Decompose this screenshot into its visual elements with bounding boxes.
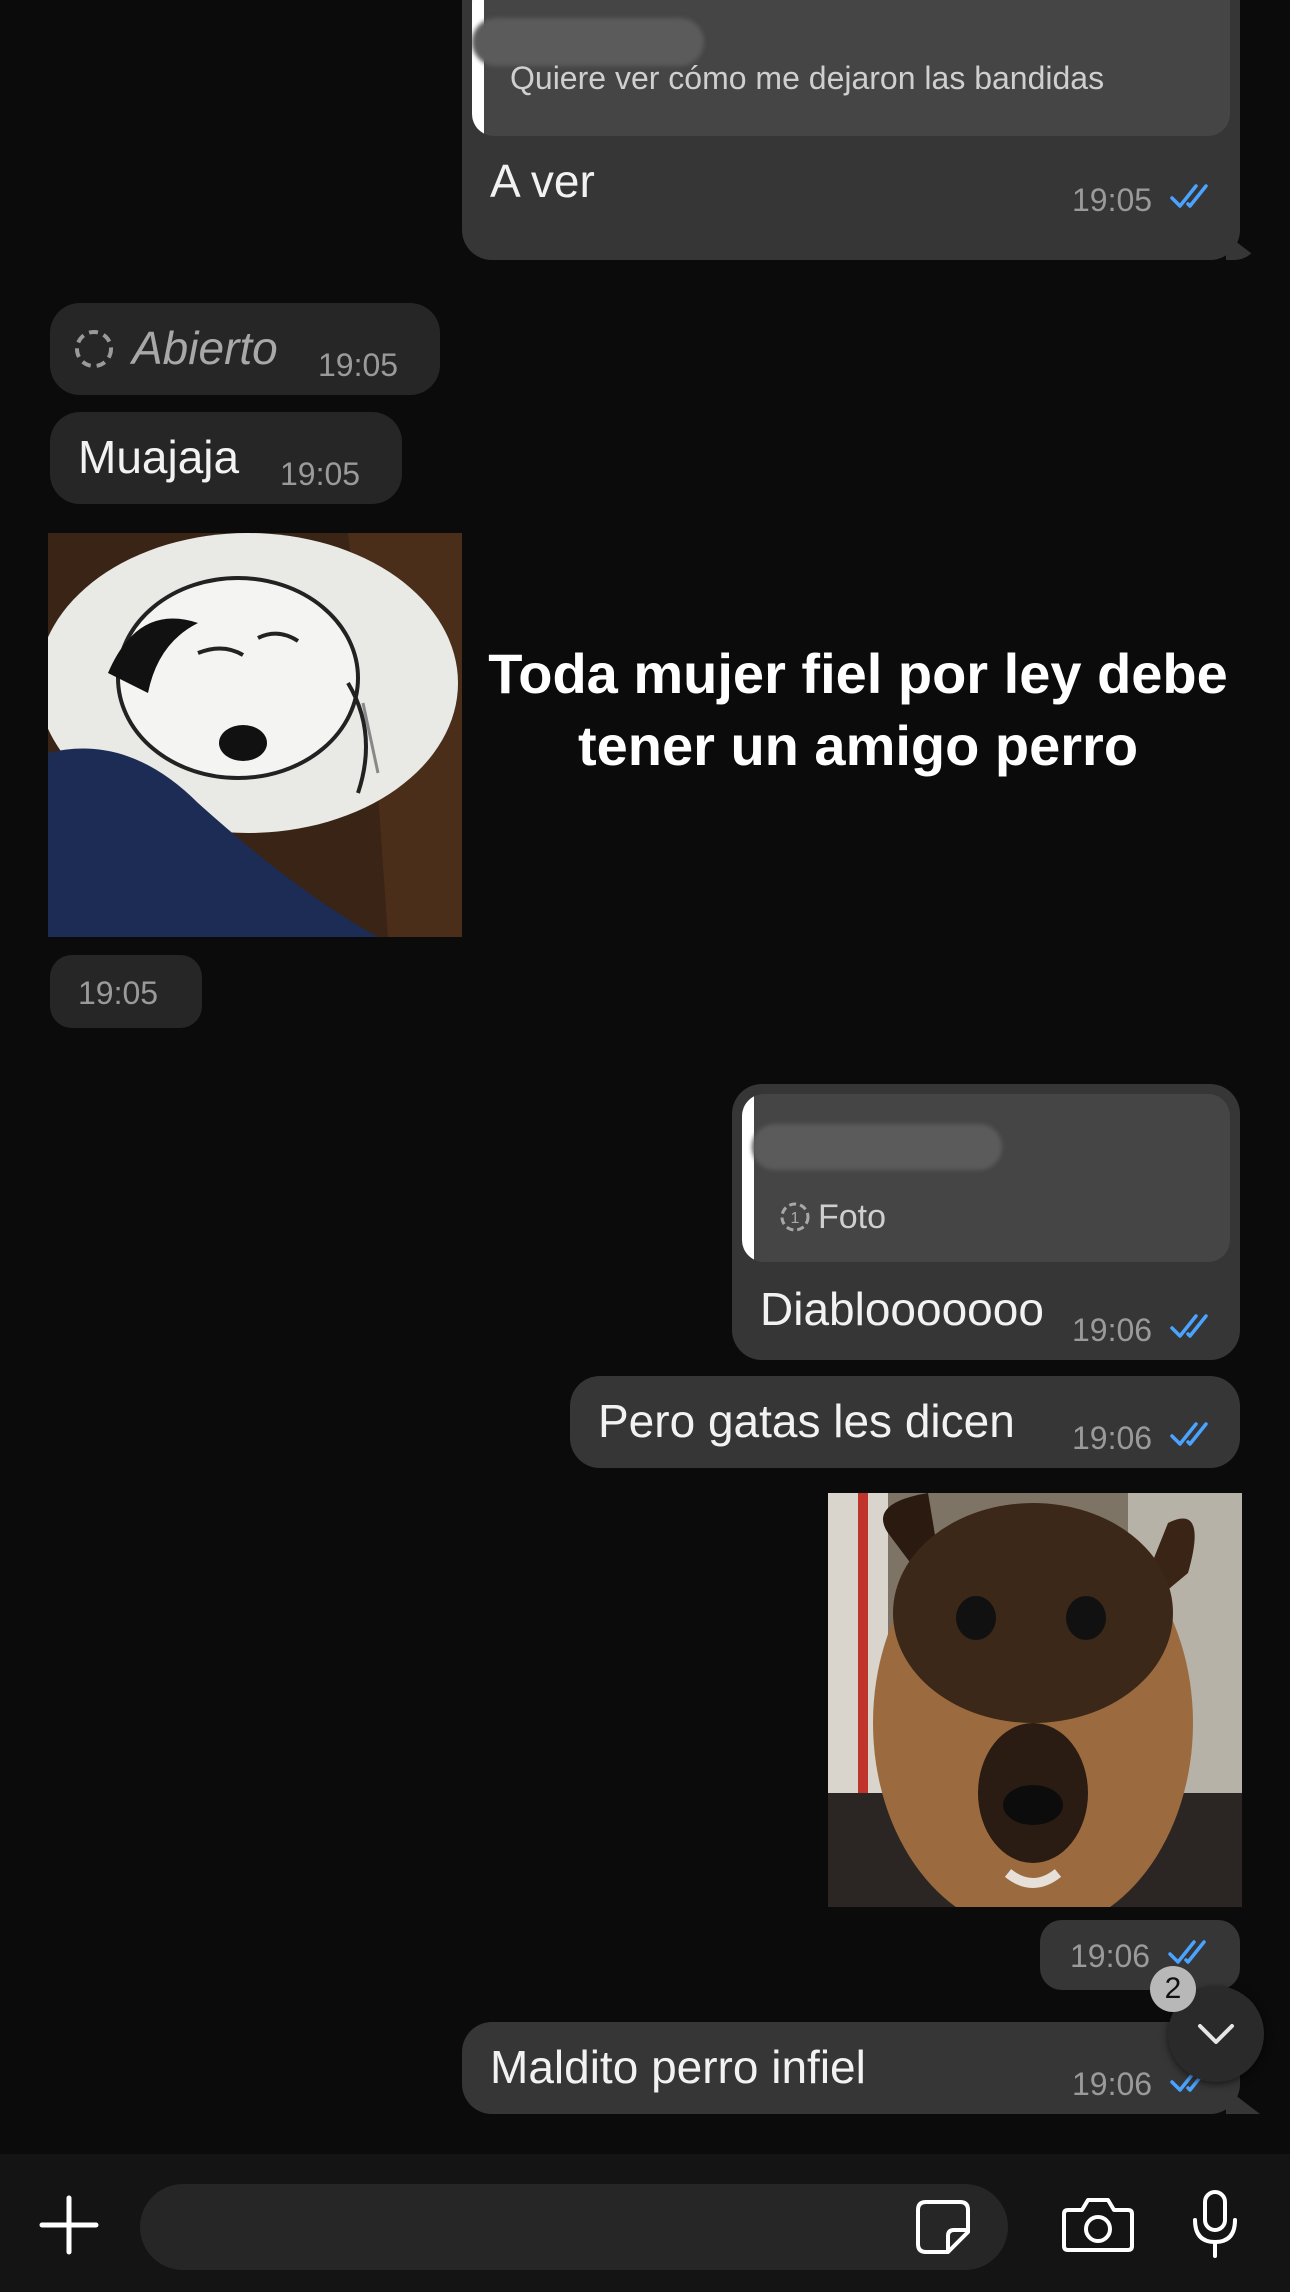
bubble-tail [1226,234,1260,260]
dog-sticker-image[interactable] [828,1493,1242,1907]
camera-icon[interactable] [1062,2196,1134,2259]
outgoing-message[interactable]: Quiere ver cómo me dejaron las bandidas … [462,0,1240,260]
incoming-message[interactable]: Abierto 19:05 [50,303,440,395]
message-time: 19:06 [1072,2066,1153,2102]
message-time: 19:05 [318,347,399,383]
quote-bar [472,0,484,136]
message-time: 19:05 [280,456,361,492]
view-once-icon: 1 [778,1200,812,1239]
sticker-icon[interactable] [914,2198,972,2261]
chevron-down-icon [1196,2020,1236,2053]
outgoing-message[interactable]: Pero gatas les dicen 19:06 [570,1376,1240,1468]
sleeping-dog-illustration [48,533,462,937]
sticker-time-badge: 19:05 [50,955,202,1028]
view-once-opened-icon [72,327,116,376]
outgoing-message[interactable]: Maldito perro infiel 19:06 [462,2022,1240,2114]
microphone-icon[interactable] [1190,2188,1240,2265]
quoted-message[interactable]: 1 Foto [742,1094,1230,1262]
incoming-message[interactable]: Muajaja 19:05 [50,412,402,504]
message-text: Muajaja [78,431,240,483]
redacted-sender [752,1124,1002,1170]
composer-bar [0,2154,1290,2292]
message-text: Maldito perro infiel [490,2041,866,2093]
message-time: 19:06 [1072,1420,1153,1456]
unread-count-badge: 2 [1150,1966,1196,2012]
sticker-caption: Toda mujer fiel por ley debe tener un am… [488,642,1228,777]
sad-dog-photo [828,1493,1242,1907]
quoted-text: Quiere ver cómo me dejaron las bandidas [510,60,1105,96]
redacted-sender [472,18,704,66]
image-time-badge: 19:06 [1040,1920,1240,1990]
message-input[interactable] [140,2184,1008,2270]
message-time: 19:05 [1072,182,1153,218]
message-time: 19:06 [1070,1938,1151,1974]
outgoing-message[interactable]: 1 Foto Diablooooooo 19:06 [732,1084,1240,1360]
read-ticks-icon [1170,1420,1216,1450]
message-time: 19:06 [1072,1312,1153,1348]
read-ticks-icon [1170,1312,1216,1342]
svg-text:1: 1 [791,1210,800,1227]
read-ticks-icon [1168,1938,1214,1968]
quoted-text: Foto [818,1198,887,1236]
message-text: A ver [490,155,595,207]
quoted-message[interactable]: Quiere ver cómo me dejaron las bandidas [472,0,1230,136]
read-ticks-icon [1170,182,1216,212]
plus-icon[interactable] [38,2194,100,2261]
message-time: 19:05 [78,975,159,1011]
quote-bar [742,1094,754,1262]
opened-status: Abierto [132,322,278,374]
sticker-image[interactable] [48,533,462,937]
message-text: Diablooooooo [760,1283,1044,1335]
message-text: Pero gatas les dicen [598,1395,1015,1447]
